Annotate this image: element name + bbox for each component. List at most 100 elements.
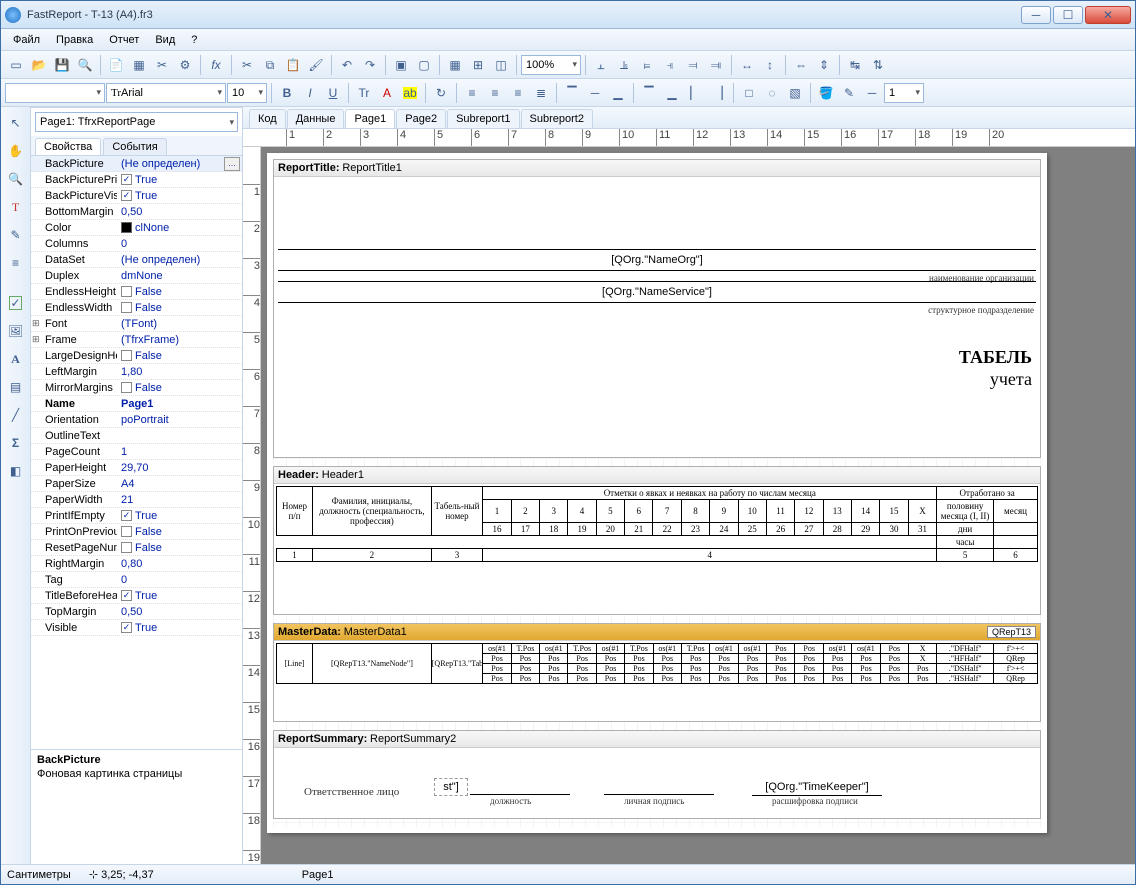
align-center-h-button[interactable]: ⫡ [613,54,635,76]
field-name-org[interactable]: [QOrg."NameOrg"] [278,249,1036,271]
align-right-button[interactable]: ≡ [507,82,529,104]
menu-help[interactable]: ? [185,32,203,48]
align-center-button[interactable]: ≡ [484,82,506,104]
frame-all-button[interactable]: □ [738,82,760,104]
same-width-button[interactable]: ↹ [844,54,866,76]
tab-properties[interactable]: Свойства [35,138,101,155]
maximize-button[interactable]: ☐ [1053,6,1083,24]
other-object[interactable]: ◧ [4,459,28,483]
band-header[interactable]: Header: Header1 Номер п/пФамилия, инициа… [273,466,1041,615]
align-bottom-edge-button[interactable]: ⫥ [705,54,727,76]
prop-row-color[interactable]: ColorclNone [31,220,242,236]
center-h-button[interactable]: ⇔ [790,54,812,76]
prop-row-mirrormargins[interactable]: MirrorMarginsFalse [31,380,242,396]
underline-button[interactable]: U [322,82,344,104]
page-tab-код[interactable]: Код [249,109,286,128]
align-middle-v-button[interactable]: ⫤ [682,54,704,76]
menu-report[interactable]: Отчет [103,32,145,48]
frame-color-button[interactable]: ✎ [838,82,860,104]
prop-row-endlessheight[interactable]: EndlessHeightFalse [31,284,242,300]
line-object[interactable]: ╱ [4,403,28,427]
valign-top-button[interactable]: ▔ [561,82,583,104]
band-report-title[interactable]: ReportTitle: ReportTitle1 [QOrg."NameOrg… [273,159,1041,458]
valign-middle-button[interactable]: ─ [584,82,606,104]
page-tab-subreport1[interactable]: Subreport1 [447,109,519,128]
checkbox-object[interactable]: Σ [4,431,28,455]
frame-top-button[interactable]: ▔ [638,82,660,104]
page-tab-page1[interactable]: Page1 [345,109,395,128]
memo-object[interactable]: ✓ [4,291,28,315]
new-dialog-button[interactable]: ▦ [128,54,150,76]
prop-row-papersize[interactable]: PaperSizeA4 [31,476,242,492]
prop-row-bottommargin[interactable]: BottomMargin0,50 [31,204,242,220]
redo-button[interactable]: ↷ [359,54,381,76]
report-page[interactable]: ReportTitle: ReportTitle1 [QOrg."NameOrg… [267,153,1047,833]
prop-row-pagecount[interactable]: PageCount1 [31,444,242,460]
fill-color-button[interactable]: 🪣 [815,82,837,104]
frame-style-button[interactable]: ─ [861,82,883,104]
font-settings-button[interactable]: Tr [353,82,375,104]
master-dataset[interactable]: QRepT13 [987,626,1036,638]
prop-row-printifempty[interactable]: PrintIfEmpty✓True [31,508,242,524]
prop-row-leftmargin[interactable]: LeftMargin1,80 [31,364,242,380]
zoom-combo[interactable]: 100% [521,55,581,75]
hand-tool[interactable]: ✋ [4,139,28,163]
menu-view[interactable]: Вид [149,32,181,48]
prop-row-frame[interactable]: Frame(TfrxFrame) [31,332,242,348]
undo-button[interactable]: ↶ [336,54,358,76]
page-tab-page2[interactable]: Page2 [396,109,446,128]
style-combo[interactable] [5,83,105,103]
format-paint-button[interactable]: 🖌 [305,54,327,76]
prop-row-backpicturevisib[interactable]: BackPictureVisib✓True [31,188,242,204]
copy-button[interactable]: ⧉ [259,54,281,76]
prop-row-outlinetext[interactable]: OutlineText [31,428,242,444]
property-grid[interactable]: BackPicture(Не определен)…BackPicturePri… [31,155,242,749]
label-ucheta[interactable]: учета [990,369,1032,390]
page-tab-subreport2[interactable]: Subreport2 [521,109,593,128]
page-settings-button[interactable]: ⚙ [174,54,196,76]
prop-row-paperwidth[interactable]: PaperWidth21 [31,492,242,508]
picture-object[interactable]: 🖼 [4,319,28,343]
prop-row-orientation[interactable]: OrientationpoPortrait [31,412,242,428]
frame-right-button[interactable]: ▕ [707,82,729,104]
frame-none-button[interactable]: ◌ [761,82,783,104]
close-button[interactable]: ✕ [1085,6,1131,24]
prop-row-visible[interactable]: Visible✓True [31,620,242,636]
cut-button[interactable]: ✂ [236,54,258,76]
prop-row-font[interactable]: Font(TFont) [31,316,242,332]
minimize-button[interactable]: ─ [1021,6,1051,24]
band-tool[interactable]: ≡ [4,251,28,275]
align-left-edge-button[interactable]: ⫠ [590,54,612,76]
text-tool[interactable]: T [4,195,28,219]
font-color-button[interactable]: A [376,82,398,104]
band-report-summary[interactable]: ReportSummary: ReportSummary2 Ответствен… [273,730,1041,819]
preview-button[interactable]: 🔍 [74,54,96,76]
prop-row-backpicture[interactable]: BackPicture(Не определен)… [31,156,242,172]
prop-row-largedesignhei[interactable]: LargeDesignHeiFalse [31,348,242,364]
object-combo[interactable]: Page1: TfrxReportPage [35,112,238,132]
format-tool[interactable]: ✎ [4,223,28,247]
prop-row-dataset[interactable]: DataSet(Не определен) [31,252,242,268]
delete-page-button[interactable]: ✂ [151,54,173,76]
frame-bottom-button[interactable]: ▁ [661,82,683,104]
space-v-button[interactable]: ↕ [759,54,781,76]
align-justify-button[interactable]: ≣ [530,82,552,104]
prop-row-resetpagenum[interactable]: ResetPageNumFalse [31,540,242,556]
prop-row-duplex[interactable]: DuplexdmNone [31,268,242,284]
save-button[interactable]: 💾 [51,54,73,76]
label-tabel[interactable]: ТАБЕЛЬ [959,347,1032,368]
sysmemo-object[interactable]: A [4,347,28,371]
prop-row-topmargin[interactable]: TopMargin0,50 [31,604,242,620]
field-name-service[interactable]: [QOrg."NameService"] [278,281,1036,303]
subreport-object[interactable]: ▤ [4,375,28,399]
font-combo[interactable]: Tr Arial [106,83,226,103]
align-left-button[interactable]: ≡ [461,82,483,104]
prop-row-columns[interactable]: Columns0 [31,236,242,252]
align-top-edge-button[interactable]: ⫣ [659,54,681,76]
highlight-button[interactable]: ab [399,82,421,104]
zoom-tool[interactable]: 🔍 [4,167,28,191]
open-button[interactable]: 📂 [28,54,50,76]
new-button[interactable]: ▭ [5,54,27,76]
page-tab-данные[interactable]: Данные [287,109,345,128]
align-right-edge-button[interactable]: ⫢ [636,54,658,76]
